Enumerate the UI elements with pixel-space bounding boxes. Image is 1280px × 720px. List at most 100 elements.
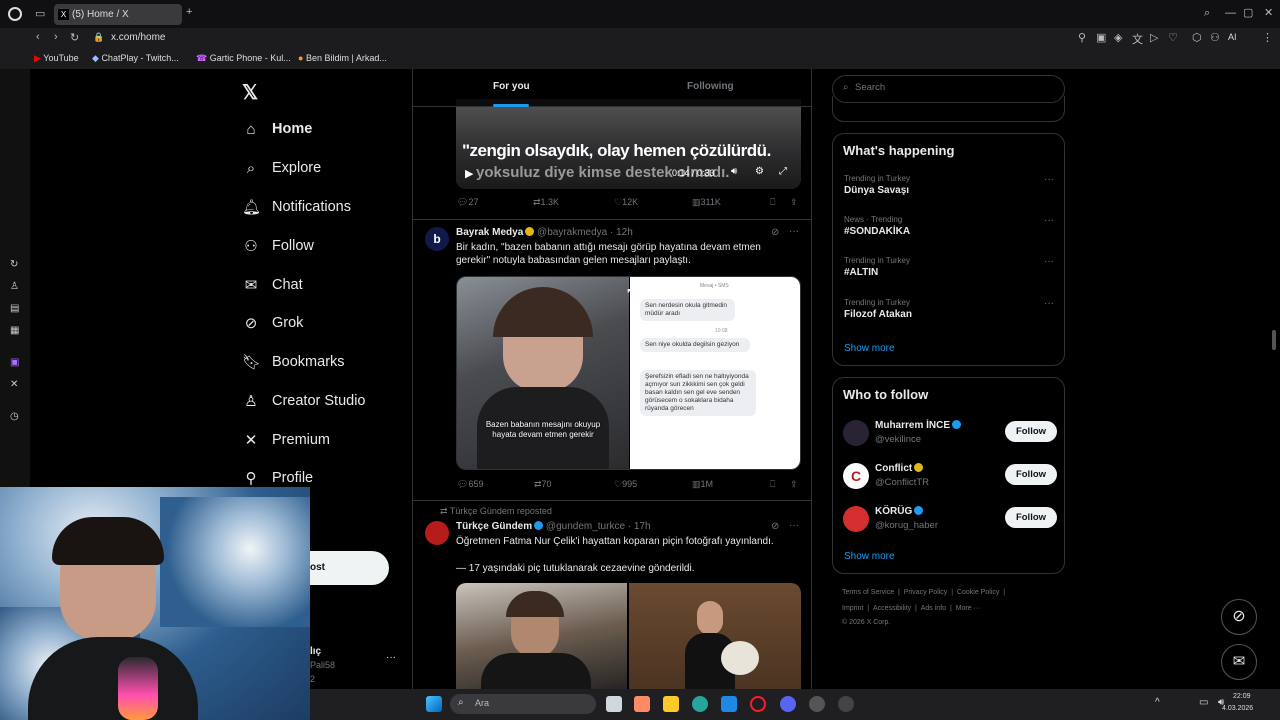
opera-icon[interactable]: [750, 696, 766, 712]
author-handle[interactable]: @bayrakmedya: [537, 227, 607, 238]
repost-button[interactable]: ⇄ 70: [534, 479, 552, 490]
close-icon[interactable]: ✕: [1264, 6, 1273, 19]
shield-icon[interactable]: ◈: [1114, 31, 1122, 44]
browser-tab[interactable]: X (5) Home / X: [54, 4, 182, 25]
discord-icon[interactable]: [780, 696, 796, 712]
edge-icon[interactable]: [692, 696, 708, 712]
menu-icon[interactable]: ⋮: [1262, 31, 1273, 44]
ai-button[interactable]: AI: [1228, 32, 1237, 42]
clock-icon[interactable]: ◷: [10, 411, 19, 422]
account-name[interactable]: Conflict: [875, 463, 912, 474]
steam-icon[interactable]: [838, 696, 854, 712]
bookmark-gartic[interactable]: ☎ Gartic Phone - Kul...: [196, 53, 291, 64]
new-tab-icon[interactable]: +: [186, 6, 192, 18]
more-icon[interactable]: ···: [1044, 215, 1054, 226]
network-icon[interactable]: ▭: [1199, 697, 1208, 708]
twitch-icon[interactable]: ▣: [10, 357, 19, 368]
footer-link[interactable]: Accessibility: [873, 605, 911, 612]
windows-start-icon[interactable]: [426, 696, 442, 712]
file-explorer-icon[interactable]: [663, 696, 679, 712]
trend-item[interactable]: News · Trending #SONDAKİKA ···: [844, 215, 1054, 237]
grok-floating-button[interactable]: ⊘: [1221, 599, 1257, 635]
footer-link[interactable]: More ···: [956, 605, 981, 612]
share-icon[interactable]: ⇪: [790, 479, 798, 490]
video-player[interactable]: "zengin olsaydık, olay hemen çözülürdü. …: [456, 99, 801, 189]
search-input[interactable]: [855, 82, 1055, 93]
follow-button[interactable]: Follow: [1005, 421, 1057, 442]
nav-home[interactable]: ⌂ Home: [242, 114, 312, 144]
copilot-icon[interactable]: [634, 696, 650, 712]
task-view-icon[interactable]: [606, 696, 622, 712]
play-icon[interactable]: ▶: [465, 167, 473, 180]
obs-icon[interactable]: [809, 696, 825, 712]
nav-explore[interactable]: ⌕ Explore: [242, 153, 321, 183]
more-icon[interactable]: ···: [789, 226, 799, 237]
opera-logo-icon[interactable]: [8, 7, 22, 21]
volume-icon[interactable]: 🔊︎: [731, 166, 737, 177]
show-more-link[interactable]: Show more: [844, 343, 895, 354]
tray-chevron-icon[interactable]: ^: [1155, 697, 1160, 708]
author-name[interactable]: Bayrak Medya: [456, 227, 523, 238]
trend-item[interactable]: Trending in Turkey Filozof Atakan ···: [844, 298, 1054, 320]
footer-link[interactable]: Terms of Service: [842, 589, 894, 596]
avatar[interactable]: [425, 521, 449, 545]
messenger-icon[interactable]: ▦: [10, 325, 19, 336]
maximize-icon[interactable]: ▢: [1243, 6, 1253, 19]
url-text[interactable]: x.com/home: [111, 32, 165, 43]
footer-link[interactable]: Cookie Policy: [957, 589, 999, 596]
footer-link[interactable]: Ads info: [921, 605, 946, 612]
more-icon[interactable]: ···: [1044, 298, 1054, 309]
reply-button[interactable]: 💬︎ 659: [457, 479, 483, 490]
more-icon[interactable]: ···: [1044, 256, 1054, 267]
settings-icon[interactable]: ⚙: [755, 166, 764, 177]
translate-icon[interactable]: 文: [1132, 31, 1143, 47]
more-icon[interactable]: ···: [789, 520, 799, 531]
extensions-icon[interactable]: ⬡: [1192, 31, 1202, 44]
search-icon[interactable]: ⌕: [1204, 7, 1210, 20]
author-handle[interactable]: @gundem_turkce: [546, 521, 625, 532]
account-name[interactable]: KÖRÜG: [875, 506, 912, 517]
bookmark-icon[interactable]: ⎕: [770, 479, 775, 490]
views-button[interactable]: ▥ 1M: [692, 479, 713, 490]
avatar[interactable]: C: [843, 463, 869, 489]
show-more-link[interactable]: Show more: [844, 551, 895, 562]
history-icon[interactable]: ↻: [10, 259, 18, 270]
tab-for-you[interactable]: For you: [493, 81, 530, 92]
like-button[interactable]: ♡ 12K: [614, 197, 638, 208]
avatar[interactable]: [843, 506, 869, 532]
clock-date[interactable]: 4.03.2026: [1222, 705, 1253, 712]
post-media[interactable]: [456, 583, 801, 689]
footer-link[interactable]: Imprint: [842, 605, 863, 612]
more-icon[interactable]: ···: [1044, 174, 1054, 185]
store-icon[interactable]: [721, 696, 737, 712]
like-button[interactable]: ♡ 995: [614, 479, 637, 490]
minimize-icon[interactable]: —: [1225, 7, 1236, 19]
messages-floating-button[interactable]: ✉: [1221, 644, 1257, 680]
nav-bookmarks[interactable]: 🔖︎ Bookmarks: [242, 347, 345, 377]
follow-button[interactable]: Follow: [1005, 507, 1057, 528]
follow-button[interactable]: Follow: [1005, 464, 1057, 485]
trend-item[interactable]: Trending in Turkey #ALTIN ···: [844, 256, 1054, 278]
bookmark-chatplay[interactable]: ◆ ChatPlay - Twitch...: [92, 53, 179, 64]
account-icon[interactable]: ⚇: [1210, 31, 1220, 44]
bookmark-benbildim[interactable]: ● Ben Bildim | Arkad...: [298, 53, 387, 63]
reply-button[interactable]: 💬︎ 27: [457, 197, 478, 208]
scrollbar-thumb[interactable]: [1272, 330, 1276, 350]
pin-icon[interactable]: ⚲: [1078, 31, 1086, 44]
nav-grok[interactable]: ⊘ Grok: [242, 308, 304, 338]
reload-icon[interactable]: ↻: [70, 31, 79, 44]
tab-overview-icon[interactable]: ▭: [35, 7, 45, 20]
clock-time[interactable]: 22:09: [1233, 693, 1251, 700]
x-sidebar-icon[interactable]: ✕: [10, 379, 18, 390]
views-button[interactable]: ▥ 311K: [692, 197, 721, 208]
heart-icon[interactable]: ♡: [1168, 31, 1178, 44]
bookmark-icon[interactable]: ⎕: [770, 197, 775, 208]
footer-link[interactable]: Privacy Policy: [904, 589, 948, 596]
account-more-icon[interactable]: ···: [386, 652, 396, 663]
post-media[interactable]: Bazen babanın mesajını okuyup hayata dev…: [456, 276, 801, 470]
grok-icon[interactable]: ⊘: [771, 521, 779, 532]
author-name[interactable]: Türkçe Gündem: [456, 521, 532, 532]
nav-chat[interactable]: ✉ Chat: [242, 270, 303, 300]
play-icon[interactable]: ▷: [1150, 31, 1158, 44]
tab-following[interactable]: Following: [687, 81, 734, 92]
